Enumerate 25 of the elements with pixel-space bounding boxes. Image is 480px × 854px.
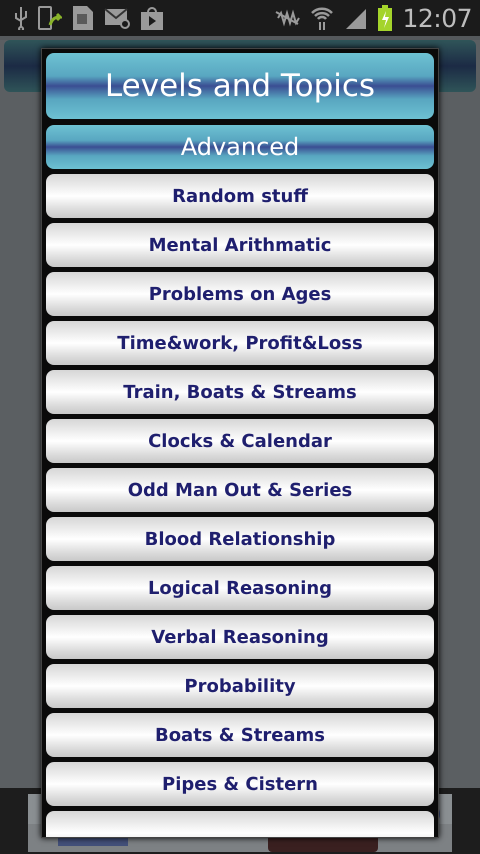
topic-button[interactable]: Logical Reasoning: [46, 566, 434, 610]
topic-button[interactable]: Train, Boats & Streams: [46, 370, 434, 414]
play-store-icon: [140, 5, 164, 31]
mute-icon: [274, 8, 300, 28]
topic-button[interactable]: Probability: [46, 664, 434, 708]
clock-time: 12:07: [402, 4, 472, 32]
signal-icon: [344, 7, 368, 29]
topic-button[interactable]: Blood Relationship: [46, 517, 434, 561]
topic-button[interactable]: Mental Arithmatic: [46, 223, 434, 267]
topic-button[interactable]: Clocks & Calendar: [46, 419, 434, 463]
topic-button[interactable]: Odd Man Out & Series: [46, 468, 434, 512]
topic-button[interactable]: Random stuff: [46, 174, 434, 218]
topic-button[interactable]: Verbal Reasoning: [46, 615, 434, 659]
envelope-icon: [104, 7, 130, 29]
wifi-icon: [310, 5, 334, 31]
battery-icon: [378, 5, 392, 31]
topic-button[interactable]: Time&work, Profit&Loss: [46, 321, 434, 365]
topic-button[interactable]: Boats & Streams: [46, 713, 434, 757]
level-header[interactable]: Advanced: [46, 125, 434, 169]
phone-arrow-icon: [38, 5, 62, 31]
topic-button[interactable]: Pipes & Cistern: [46, 762, 434, 806]
usb-icon: [14, 6, 28, 30]
dialog-title: Levels and Topics: [46, 53, 434, 119]
sd-card-icon: [72, 5, 94, 31]
topic-button[interactable]: Problems on Ages: [46, 272, 434, 316]
